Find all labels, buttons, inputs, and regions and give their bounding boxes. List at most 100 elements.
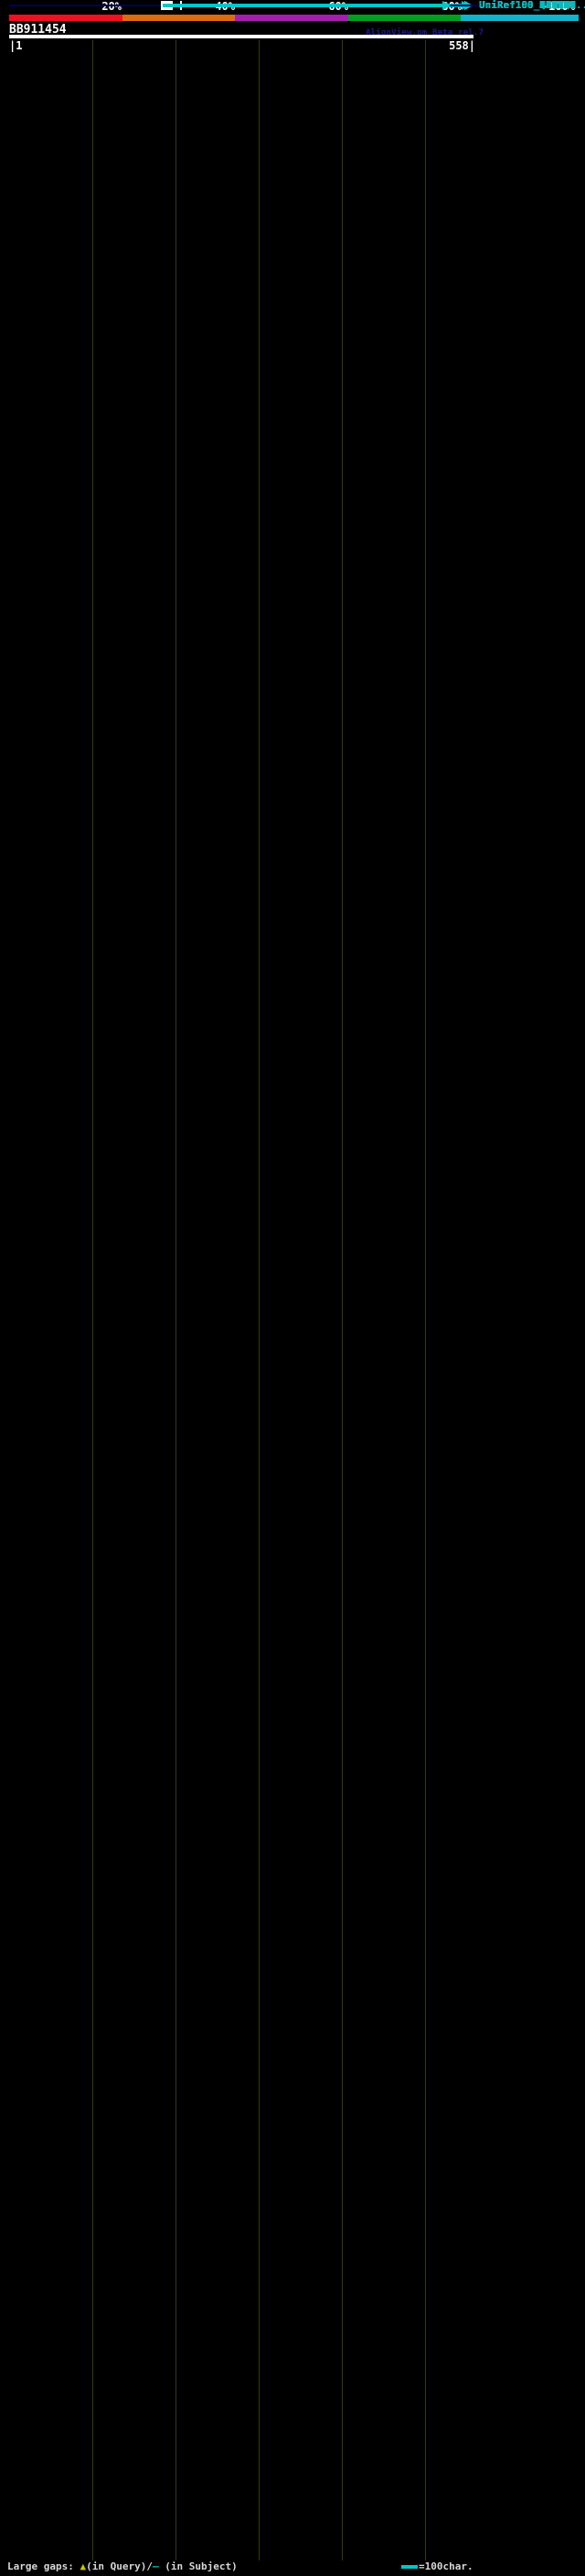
hit-row: UniRef100_Q9SWE9: [0, 0, 585, 472]
hit-row: UniRef100_Q40185: [0, 0, 585, 1015]
hit-row: UniRef100_P27492: [0, 0, 585, 1900]
hit-row: UniRef100_Q41423: [0, 0, 585, 1839]
hit-row: UniRef100_B9S155: [0, 0, 585, 1488]
hit-row: UniRef100_Q1EP45: [0, 0, 585, 1267]
hit-row: UniRef100_Q38714: [0, 0, 585, 1246]
hit-row: UniRef100_Q32291: [0, 0, 585, 1669]
hit-row: UniRef100_Q41787: [0, 0, 585, 1608]
hit-row: UniRef100_P27494: [0, 0, 585, 482]
hit-row: UniRef100_B0L806: [0, 0, 585, 1166]
hit-row: UniRef100_A9PEI5: [0, 0, 585, 1307]
hit-row: UniRef100_A9NNW9: [0, 0, 585, 2272]
hit-row: UniRef100_A9T914: [0, 0, 585, 1226]
hit-row: UniRef100_Q14K89: [0, 0, 585, 2221]
hit-row: UniRef100_O64449: [0, 0, 585, 1377]
hit-row: UniRef100_B9IAR5: [0, 0, 585, 121]
hit-row: UniRef100_P12331: [0, 0, 585, 985]
hit-row: UniRef100_Q765P6: [0, 0, 585, 1427]
hit-row: UniRef100_B1PID7: [0, 0, 585, 663]
hit-row: UniRef100_Q40247: [0, 0, 585, 653]
hit-row: UniRef100_O04687: [0, 0, 585, 2020]
hit-row: UniRef100_O64443: [0, 0, 585, 1870]
hit-row: UniRef100_B8LPT5: [0, 0, 585, 432]
scale-sample-label: =100char.: [419, 2560, 473, 2572]
identity-segment-2: [122, 15, 235, 21]
hit-row: UniRef100_P04777: [0, 0, 585, 2332]
hit-row: UniRef100_P04159: [0, 0, 585, 2051]
hit-row: UniRef100_O82425: [0, 0, 585, 171]
hit-row: UniRef100_O24401: [0, 0, 585, 1960]
hit-row: UniRef100_C0PLS3: [0, 0, 585, 2101]
hit-row: UniRef100_Q40065: [0, 0, 585, 2463]
hit-row: UniRef100_Q5ZF93: [0, 0, 585, 2473]
identity-segment-3: [235, 15, 348, 21]
hit-row: UniRef100_C1K5D0: [0, 0, 585, 1277]
hit-row: UniRef100_Q10HC8: [0, 0, 585, 292]
hit-row: UniRef100_P13851: [0, 0, 585, 2342]
hit-row: UniRef100_P27497: [0, 0, 585, 1739]
hit-row: UniRef100_A9PFW7: [0, 0, 585, 101]
hit-row: UniRef100_A9NK15: [0, 0, 585, 965]
hit-label[interactable]: UniRef100_B5KUT3: [479, 0, 576, 11]
hit-row: UniRef100_A9NP21: [0, 0, 585, 452]
hit-row: UniRef100_O64447: [0, 0, 585, 1679]
hit-row: UniRef100_C0PAQ4: [0, 0, 585, 1136]
hit-row: UniRef100_Q41422: [0, 0, 585, 1850]
hit-row: UniRef100_P08222: [0, 0, 585, 1347]
alignment-bar[interactable]: [161, 3, 442, 7]
hit-row: UniRef100_A9NT88: [0, 0, 585, 2252]
hit-row: UniRef100_Q1KLZ3: [0, 0, 585, 885]
hit-row: UniRef100_A9NLB8: [0, 0, 585, 251]
hit-row: UniRef100_C1K5B9: [0, 0, 585, 2141]
hit-row: UniRef100_A9NLD5: [0, 0, 585, 462]
hit-row: UniRef100_O49812: [0, 0, 585, 503]
hit-row: UniRef100_Q9S970: [0, 0, 585, 623]
hit-row: UniRef100_A9PJH7: [0, 0, 585, 161]
hit-row: UniRef100_A9NL12: [0, 0, 585, 261]
hit-row: UniRef100_P12470: [0, 0, 585, 2131]
hit-row: UniRef100_B9EXX3: [0, 0, 585, 2392]
hit-row: UniRef100_C4TNZ9: [0, 0, 585, 2292]
hit-row: UniRef100_P27493: [0, 0, 585, 1749]
hit-row: UniRef100_Q9M600: [0, 0, 585, 1920]
hit-row: UniRef100_Q93VE0: [0, 0, 585, 2453]
hit-row: UniRef100_Q39831: [0, 0, 585, 864]
hit-row: UniRef100_Q3LFQ5: [0, 0, 585, 191]
hit-row: UniRef100_Q33516: [0, 0, 585, 875]
hit-row: UniRef100_O04686: [0, 0, 585, 2091]
hit-row: UniRef100_A9SGM1: [0, 0, 585, 1709]
hit-row: UniRef100_UPI000..: [0, 0, 585, 704]
hit-row: UniRef100_O81391: [0, 0, 585, 694]
query-bar: [9, 35, 473, 38]
hit-row: UniRef100_Q677D9: [0, 0, 585, 1829]
ruler-start: |1: [9, 39, 23, 52]
hit-row: UniRef100_C0Z391: [0, 0, 585, 372]
hit-row: UniRef100_A3F6K2: [0, 0, 585, 1065]
hit-row: UniRef100_P04782: [0, 0, 585, 1598]
hit-row: UniRef100_A6N154: [0, 0, 585, 302]
legend-query-text: (in Query)/: [86, 2560, 153, 2572]
hit-rows-layer: UniRef100_Q41617 UniRef100_B7FHZ5 UniRef10…: [0, 0, 585, 2503]
hit-row: UniRef100_B0L0Y1: [0, 0, 585, 553]
hit-row: UniRef100_A5ASG6: [0, 0, 585, 281]
hit-row: UniRef100_C5XQ83: [0, 0, 585, 1116]
hit-row: UniRef100_Q9XQB3: [0, 0, 585, 1367]
hit-row: UniRef100_Q39141: [0, 0, 585, 2382]
hit-row: UniRef100_Q41447: [0, 0, 585, 1437]
hit-row: UniRef100_O81608: [0, 0, 585, 513]
hit-row: UniRef100_O64444: [0, 0, 585, 1779]
hit-row: UniRef100_C5X7N2: [0, 0, 585, 935]
hit-row: UniRef100_B2BAK8: [0, 0, 585, 90]
hit-row: UniRef100_A9NQ87: [0, 0, 585, 231]
hit-row: UniRef100_Q1EPK5: [0, 0, 585, 1256]
hit-row: UniRef100_B4G143: [0, 0, 585, 824]
hit-row: UniRef100_Q1A179: [0, 0, 585, 1478]
hit-row: UniRef100_Q41003: [0, 0, 585, 2181]
hit-row: UniRef100_Q50K58: [0, 0, 585, 2121]
hit-row: UniRef100_B6SZT9: [0, 0, 585, 543]
hit-row: UniRef100_B0L0Y2: [0, 0, 585, 583]
hit-row: UniRef100_P04778: [0, 0, 585, 2322]
hit-row: UniRef100_Q39142: [0, 0, 585, 2372]
hit-row: UniRef100_C8XPS1: [0, 0, 585, 1206]
hit-row: UniRef100_A9NMJ8: [0, 0, 585, 241]
